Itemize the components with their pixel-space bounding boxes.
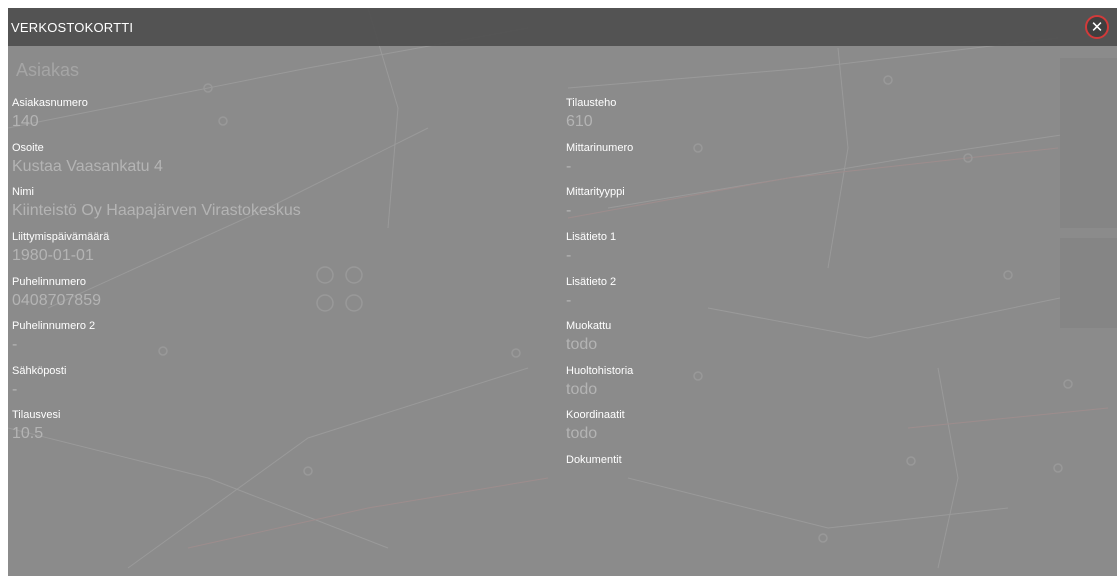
field-value: todo bbox=[566, 336, 598, 353]
field-label: Puhelinnumero bbox=[12, 276, 86, 288]
field-value: - bbox=[12, 336, 18, 353]
field-label: Sähköposti bbox=[12, 365, 67, 377]
field-label: Koordinaatit bbox=[566, 409, 625, 421]
close-icon: ✕ bbox=[1090, 18, 1104, 36]
field-dokumentit: Dokumentit bbox=[566, 454, 986, 469]
field-value: Kustaa Vaasankatu 4 bbox=[12, 158, 163, 175]
field-value: 1980-01-01 bbox=[12, 247, 94, 264]
field-huoltohistoria: Huoltohistoria todo bbox=[566, 365, 986, 400]
field-value: 10.5 bbox=[12, 425, 44, 442]
dialog-title: VERKOSTOKORTTI bbox=[11, 20, 134, 35]
field-sahkoposti: Sähköposti - bbox=[12, 365, 432, 400]
field-mittarinumero: Mittarinumero - bbox=[566, 142, 986, 177]
field-label: Tilausvesi bbox=[12, 409, 61, 421]
field-osoite: Osoite Kustaa Vaasankatu 4 bbox=[12, 142, 432, 177]
field-mittarityyppi: Mittarityyppi - bbox=[566, 186, 986, 221]
network-card-dialog: VERKOSTOKORTTI ✕ Asiakas Asiakasnumero 1… bbox=[8, 8, 1117, 576]
field-value: - bbox=[12, 381, 18, 398]
field-label: Lisätieto 2 bbox=[566, 276, 617, 288]
field-tilausvesi: Tilausvesi 10.5 bbox=[12, 409, 432, 444]
field-lisatieto-1: Lisätieto 1 - bbox=[566, 231, 986, 266]
field-puhelinnumero-2: Puhelinnumero 2 - bbox=[12, 320, 432, 355]
field-label: Liittymispäivämäärä bbox=[12, 231, 110, 243]
field-nimi: Nimi Kiinteistö Oy Haapajärven Virastoke… bbox=[12, 186, 432, 221]
field-label: Puhelinnumero 2 bbox=[12, 320, 96, 332]
field-value: Kiinteistö Oy Haapajärven Virastokeskus bbox=[12, 202, 301, 219]
field-value: - bbox=[566, 202, 572, 219]
field-value: - bbox=[566, 247, 572, 264]
field-value: 0408707859 bbox=[12, 292, 101, 309]
field-label: Huoltohistoria bbox=[566, 365, 634, 377]
field-label: Osoite bbox=[12, 142, 44, 154]
field-asiakasnumero: Asiakasnumero 140 bbox=[12, 97, 432, 132]
field-lisatieto-2: Lisätieto 2 - bbox=[566, 276, 986, 311]
field-liittymispaivamaara: Liittymispäivämäärä 1980-01-01 bbox=[12, 231, 432, 266]
field-label: Muokattu bbox=[566, 320, 612, 332]
field-value: - bbox=[566, 292, 572, 309]
field-value: todo bbox=[566, 381, 598, 398]
field-label: Lisätieto 1 bbox=[566, 231, 617, 243]
field-label: Mittarityyppi bbox=[566, 186, 625, 198]
field-value: 610 bbox=[566, 113, 593, 130]
title-bar: VERKOSTOKORTTI ✕ bbox=[8, 8, 1117, 46]
field-tilausteho: Tilausteho 610 bbox=[566, 97, 986, 132]
field-label: Dokumentit bbox=[566, 454, 622, 466]
field-label: Asiakasnumero bbox=[12, 97, 88, 109]
field-label: Tilausteho bbox=[566, 97, 617, 109]
field-puhelinnumero: Puhelinnumero 0408707859 bbox=[12, 276, 432, 311]
close-button[interactable]: ✕ bbox=[1085, 15, 1109, 39]
field-koordinaatit: Koordinaatit todo bbox=[566, 409, 986, 444]
field-label: Nimi bbox=[12, 186, 34, 198]
field-muokattu: Muokattu todo bbox=[566, 320, 986, 355]
field-value: - bbox=[566, 158, 572, 175]
section-title: Asiakas bbox=[16, 60, 80, 80]
field-value: 140 bbox=[12, 113, 39, 130]
field-label: Mittarinumero bbox=[566, 142, 634, 154]
field-value: todo bbox=[566, 425, 598, 442]
